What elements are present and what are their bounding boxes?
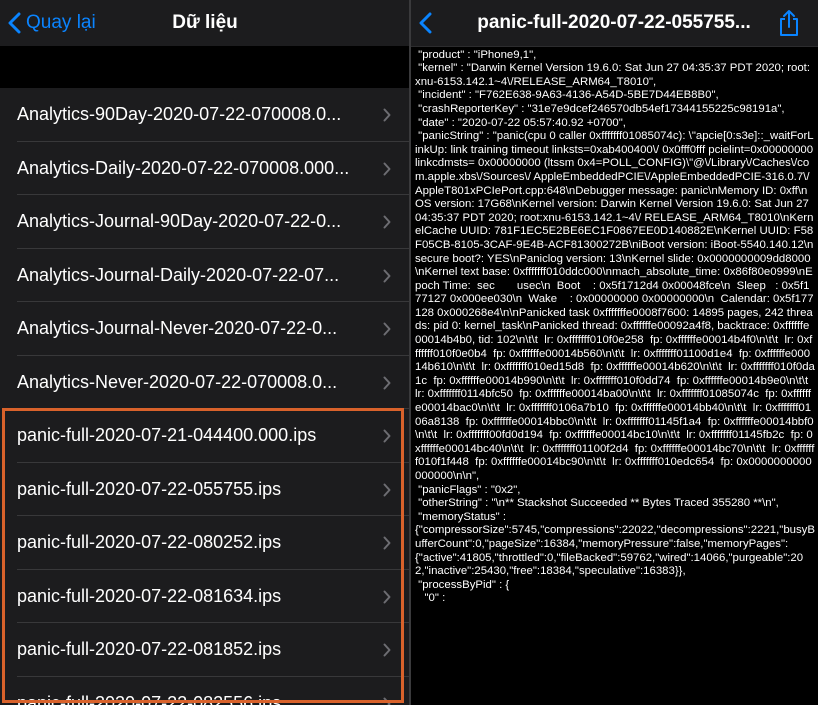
file-list-item[interactable]: Analytics-Journal-90Day-2020-07-22-0...	[0, 195, 410, 249]
file-list-item[interactable]: Analytics-Journal-Daily-2020-07-22-07...	[0, 248, 410, 302]
file-list-item[interactable]: Analytics-Daily-2020-07-22-070008.000...	[0, 141, 410, 195]
file-name: Analytics-Journal-Daily-2020-07-22-07...	[17, 264, 340, 285]
page-title: Dữ liệu	[172, 12, 238, 33]
chevron-right-icon	[383, 536, 391, 550]
file-name: panic-full-2020-07-22-081852.ips	[17, 639, 282, 659]
file-list-item[interactable]: panic-full-2020-07-22-081852.ips	[0, 623, 410, 677]
viewer-title: panic-full-2020-07-22-055755...	[477, 12, 751, 33]
file-name: panic-full-2020-07-21-044400.000.ips	[17, 425, 317, 445]
file-list-item[interactable]: Analytics-Never-2020-07-22-070008.0...	[0, 355, 410, 409]
file-list-item[interactable]: panic-full-2020-07-22-080252.ips	[0, 516, 410, 570]
chevron-right-icon	[383, 429, 391, 443]
chevron-right-icon	[383, 108, 391, 122]
file-name: Analytics-Journal-Never-2020-07-22-0...	[17, 318, 338, 338]
chevron-right-icon	[383, 483, 391, 496]
chevron-right-icon	[383, 376, 391, 389]
file-name: panic-full-2020-07-22-082556.ips	[17, 692, 282, 705]
chevron-right-icon	[383, 322, 391, 336]
file-list: Analytics-90Day-2020-07-22-070008.0... An…	[0, 88, 410, 705]
files-panel: Quay lại Dữ liệu Analytics-90Day-2020-07…	[0, 0, 410, 705]
log-content[interactable]: "build" : "iPhone OS 13.5 (17G68)", "pro…	[415, 35, 815, 606]
file-name: Analytics-90Day-2020-07-22-070008.0...	[17, 104, 342, 124]
chevron-right-icon	[383, 697, 391, 705]
file-list-item[interactable]: panic-full-2020-07-21-044400.000.ips	[0, 409, 410, 463]
file-name: panic-full-2020-07-22-080252.ips	[17, 532, 282, 552]
viewer-back-button[interactable]	[419, 9, 432, 37]
chevron-left-icon	[419, 12, 432, 34]
file-name: panic-full-2020-07-22-055755.ips	[17, 478, 282, 499]
file-name: panic-full-2020-07-22-081634.ips	[17, 585, 282, 606]
files-navbar: Quay lại Dữ liệu	[0, 0, 410, 46]
chevron-right-icon	[383, 643, 391, 657]
file-name: Analytics-Journal-90Day-2020-07-22-0...	[17, 211, 342, 231]
share-icon	[780, 10, 798, 36]
chevron-right-icon	[383, 215, 391, 229]
file-list-item[interactable]: Analytics-90Day-2020-07-22-070008.0...	[0, 88, 410, 142]
share-button[interactable]	[776, 9, 802, 37]
file-name: Analytics-Daily-2020-07-22-070008.000...	[17, 157, 350, 178]
file-list-item[interactable]: panic-full-2020-07-22-055755.ips	[0, 462, 410, 516]
file-list-item[interactable]: panic-full-2020-07-22-081634.ips	[0, 569, 410, 623]
chevron-right-icon	[383, 269, 391, 282]
file-list-item[interactable]: panic-full-2020-07-22-082556.ips	[0, 676, 410, 705]
viewer-navbar: panic-full-2020-07-22-055755...	[411, 0, 818, 47]
chevron-right-icon	[383, 162, 391, 175]
file-name: Analytics-Never-2020-07-22-070008.0...	[17, 371, 338, 392]
chevron-right-icon	[383, 590, 391, 603]
file-viewer-panel: "build" : "iPhone OS 13.5 (17G68)", "pro…	[411, 0, 818, 705]
file-list-item[interactable]: Analytics-Journal-Never-2020-07-22-0...	[0, 302, 410, 356]
